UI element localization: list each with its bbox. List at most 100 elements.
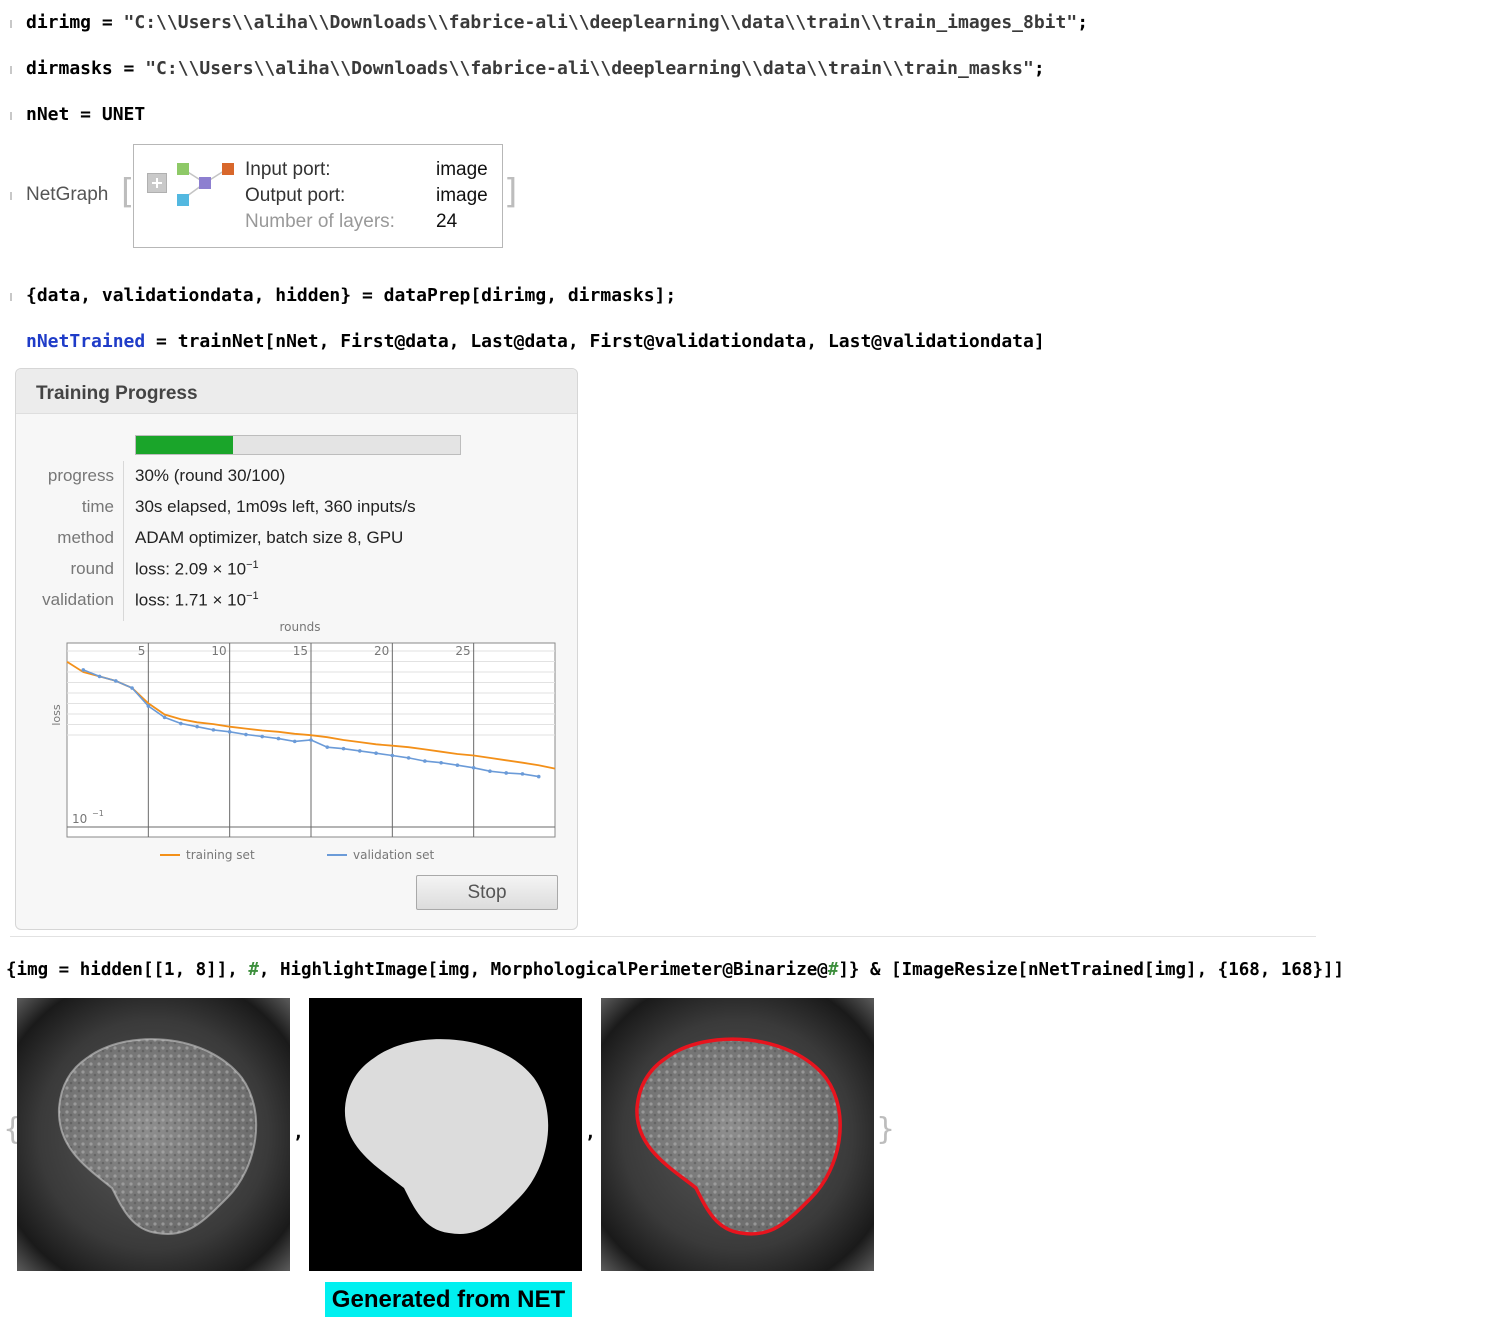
cell-bracket[interactable]	[10, 293, 12, 301]
input-cell-highlight[interactable]: {img = hidden[[1, 8]], #, HighlightImage…	[6, 960, 1344, 980]
generated-mask-image[interactable]	[309, 998, 582, 1271]
netgraph-summary-box[interactable]: Input port: image Output port: image Num…	[133, 144, 503, 248]
stop-button[interactable]: Stop	[416, 875, 558, 910]
validation-loss-value: loss: 1.71 × 10−1	[135, 590, 259, 610]
divider	[123, 461, 124, 621]
var-dirimg: dirimg	[26, 12, 92, 33]
validation-point	[520, 772, 525, 776]
slot-symbol: #	[248, 960, 259, 980]
operator: =	[112, 58, 146, 79]
validation-point	[455, 763, 460, 768]
loss-chart: 5 10 15 20 25 rounds loss 10 −1 training set valid…	[50, 620, 556, 862]
input-port-label: Input port:	[245, 159, 331, 180]
input-port-value: image	[436, 159, 488, 180]
validation-point	[374, 751, 378, 755]
input-cell-dataprep[interactable]: {data, validationdata, hidden} = dataPre…	[26, 285, 676, 306]
validation-point	[276, 736, 281, 741]
y-tick-label: 10	[72, 812, 87, 826]
y-axis-label: loss	[50, 704, 63, 726]
validation-point	[81, 668, 86, 672]
training-progress-panel: Training Progress progress 30% (round 30…	[15, 368, 578, 930]
netgraph-head: NetGraph	[26, 184, 109, 205]
validation-point	[227, 730, 232, 734]
validation-point	[97, 674, 102, 679]
var-dirmasks: dirmasks	[26, 58, 113, 79]
panel-title: Training Progress	[36, 383, 198, 404]
cell-bracket[interactable]	[10, 192, 12, 200]
validation-point	[244, 732, 248, 737]
x-axis-label: rounds	[279, 620, 320, 634]
string-dirimg: "C:\\Users\\aliha\\Downloads\\fabrice-al…	[123, 12, 1078, 33]
panel-header: Training Progress	[16, 369, 577, 414]
layers-value: 24	[436, 211, 458, 232]
image-caption: Generated from NET	[325, 1282, 572, 1317]
legend-label-0: training set	[186, 848, 255, 862]
validation-point	[260, 734, 264, 739]
validation-point	[309, 738, 313, 742]
validation-point	[406, 756, 411, 760]
output-port-value: image	[436, 185, 488, 206]
code-part: , HighlightImage[img, MorphologicalPerim…	[258, 960, 828, 980]
cell-bracket[interactable]	[10, 112, 12, 120]
cell-bracket[interactable]	[10, 66, 12, 74]
x-tick-label: 5	[138, 644, 146, 658]
netgraph-icon	[177, 163, 234, 206]
right-bracket: ]	[504, 172, 518, 212]
validation-point	[292, 739, 297, 744]
validation-label: validation	[42, 590, 114, 609]
progress-value: 30% (round 30/100)	[135, 466, 286, 485]
validation-point	[114, 679, 118, 683]
semicolon: ;	[1077, 12, 1089, 33]
validation-point	[211, 728, 216, 732]
time-value: 30s elapsed, 1m09s left, 360 inputs/s	[135, 497, 416, 516]
validation-point	[146, 704, 151, 708]
validation-point	[390, 753, 395, 758]
validation-point	[504, 771, 509, 775]
validation-point	[325, 745, 330, 749]
method-label: method	[57, 528, 114, 547]
progress-bar-fill	[136, 436, 234, 454]
cell-bracket[interactable]	[10, 20, 12, 28]
original-cell-image[interactable]	[17, 998, 290, 1271]
validation-point	[179, 721, 183, 726]
round-label: round	[70, 559, 114, 578]
validation-point	[439, 760, 443, 765]
input-cell-trainnet[interactable]: nNetTrained = trainNet[nNet, First@data,…	[26, 331, 1045, 352]
layers-label: Number of layers:	[245, 211, 395, 232]
trainnet-call: = trainNet[nNet, First@data, Last@data, …	[145, 331, 1045, 352]
time-label: time	[81, 497, 114, 516]
validation-point	[341, 746, 346, 751]
semicolon: ;	[1033, 58, 1045, 79]
progress-label: progress	[47, 466, 114, 485]
y-tick-exponent: −1	[92, 809, 104, 818]
expand-icon[interactable]	[147, 173, 167, 193]
list-separator: ,	[293, 1122, 304, 1143]
string-dirmasks: "C:\\Users\\aliha\\Downloads\\fabrice-al…	[145, 58, 1034, 79]
code-part: ]} & [ImageResize[nNetTrained[img], {168…	[838, 960, 1345, 980]
legend-label-1: validation set	[353, 848, 435, 862]
input-cell-nnet[interactable]: nNet = UNET	[26, 104, 145, 125]
validation-point	[471, 765, 476, 770]
code-part: {img = hidden[[1, 8]],	[6, 960, 249, 980]
list-close-brace: }	[876, 1112, 896, 1147]
validation-point	[488, 769, 492, 774]
round-loss-value: loss: 2.09 × 10−1	[135, 559, 259, 579]
progress-bar	[135, 435, 461, 455]
var-nnettrained: nNetTrained	[26, 331, 146, 352]
validation-point	[130, 686, 134, 690]
cell-divider	[10, 936, 1316, 937]
validation-point	[195, 724, 199, 729]
x-tick-label: 15	[293, 644, 308, 658]
validation-point	[423, 759, 427, 763]
x-tick-label: 10	[211, 644, 226, 658]
validation-point	[162, 715, 167, 720]
operator: =	[91, 12, 124, 33]
method-value: ADAM optimizer, batch size 8, GPU	[135, 528, 404, 547]
list-separator: ,	[585, 1122, 596, 1143]
input-cell-dirimg[interactable]: dirimg = "C:\\Users\\aliha\\Downloads\\f…	[26, 12, 1088, 33]
highlighted-perimeter-image[interactable]	[601, 998, 874, 1271]
input-cell-dirmasks[interactable]: dirmasks = "C:\\Users\\aliha\\Downloads\…	[26, 58, 1045, 79]
slot-symbol: #	[827, 960, 839, 980]
validation-point	[358, 749, 362, 753]
output-port-label: Output port:	[245, 185, 346, 206]
